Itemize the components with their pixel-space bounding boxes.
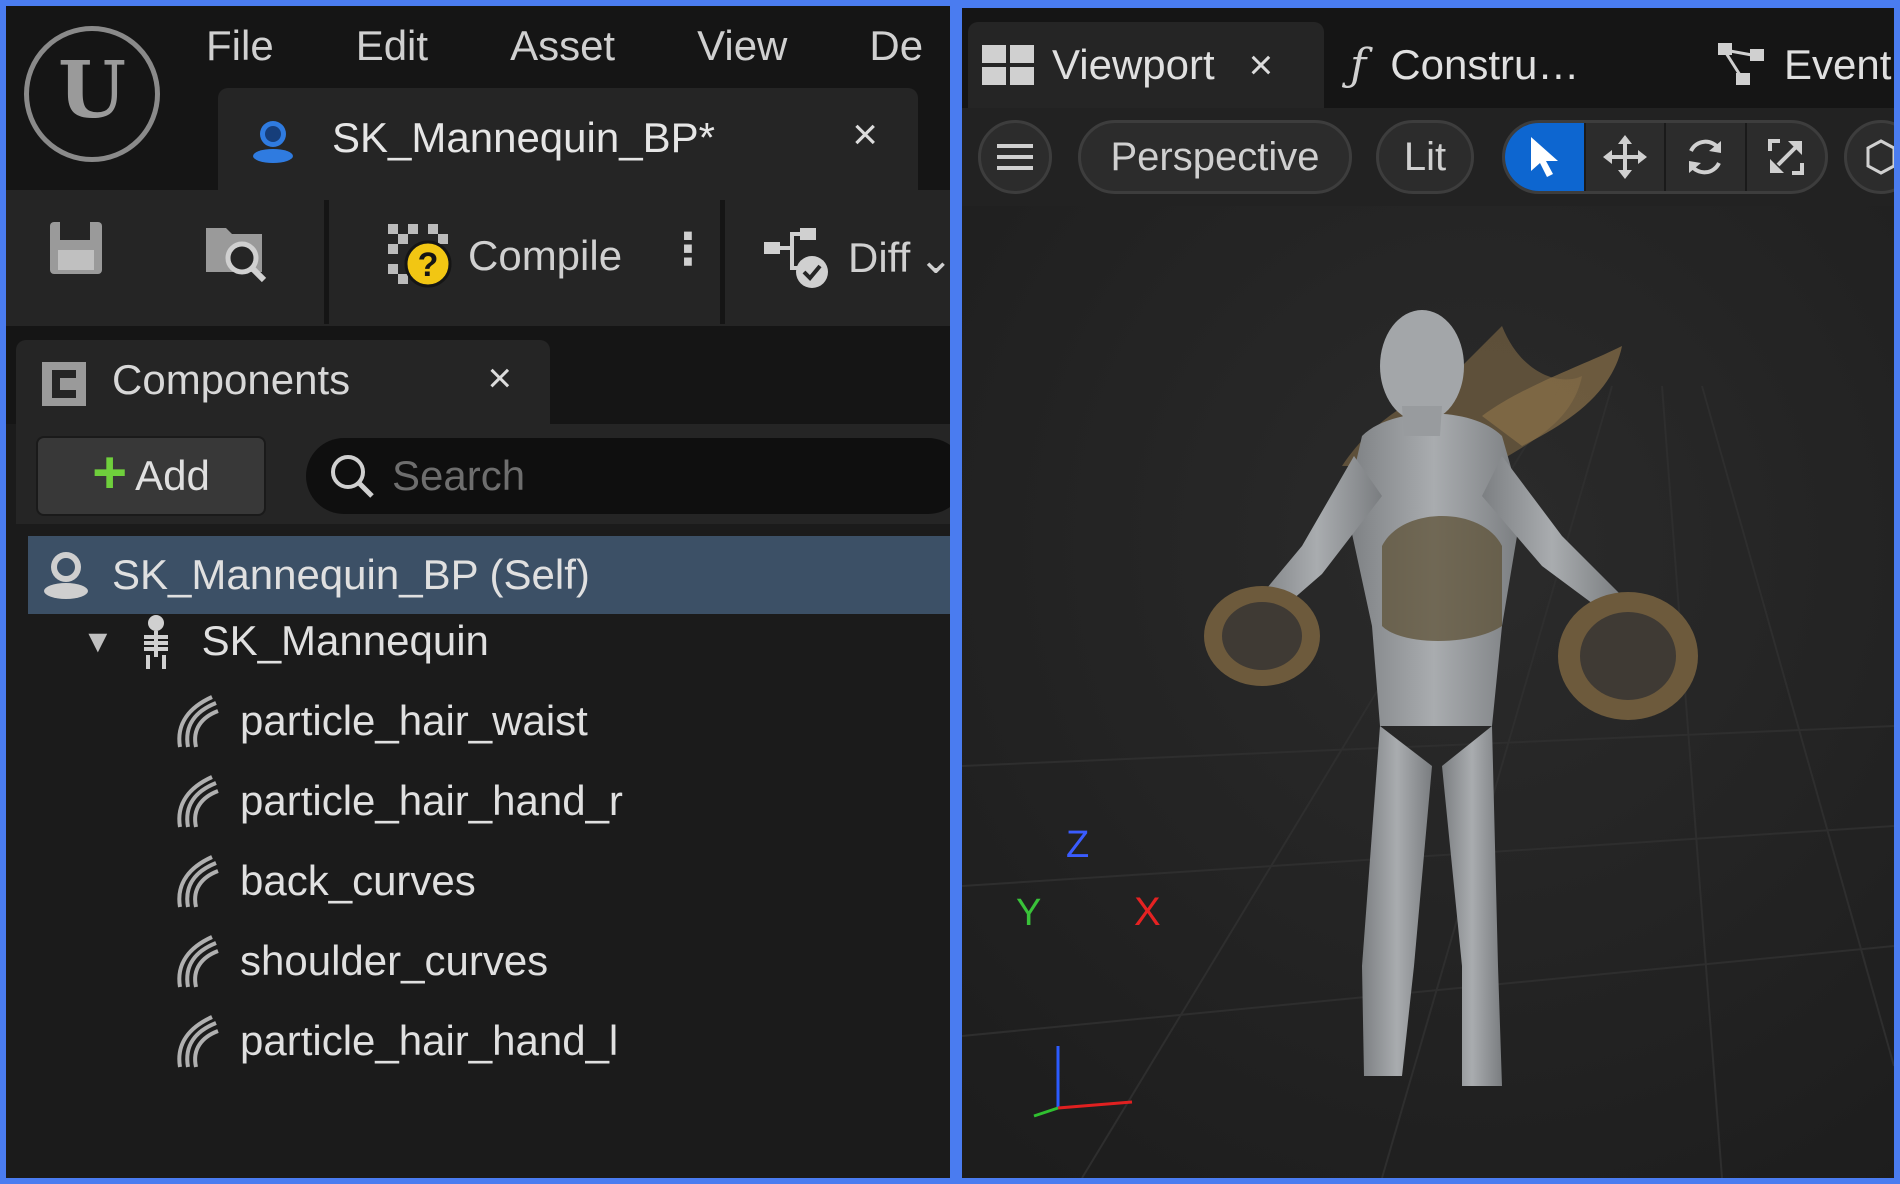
blueprint-pawn-icon bbox=[44, 552, 88, 599]
viewport-options-button[interactable] bbox=[978, 120, 1052, 194]
compile-button[interactable]: ? Compile bbox=[386, 222, 622, 290]
toolbar-separator bbox=[324, 200, 329, 324]
components-tab-label: Components bbox=[112, 356, 351, 403]
tab-viewport[interactable]: Viewport × bbox=[968, 22, 1324, 108]
translate-tool-button[interactable] bbox=[1586, 123, 1666, 191]
add-label: Add bbox=[135, 452, 210, 499]
viewport-icon bbox=[982, 45, 1034, 85]
svg-text:?: ? bbox=[418, 246, 439, 284]
editor-title-bar: U File Edit Asset View De SK_Mannequin_B… bbox=[6, 6, 950, 190]
browse-button[interactable] bbox=[202, 216, 272, 286]
groom-icon bbox=[177, 1015, 219, 1068]
search-box bbox=[306, 438, 950, 514]
groom-icon bbox=[177, 775, 219, 828]
close-icon[interactable]: × bbox=[487, 354, 512, 402]
3d-viewport-scene[interactable]: Z Y X bbox=[962, 206, 1894, 1178]
tab-construction-script[interactable]: ƒ Constru… bbox=[1350, 22, 1650, 108]
expand-arrow-icon[interactable]: ▼ bbox=[82, 623, 114, 660]
compile-options-button[interactable]: ⋮ bbox=[666, 224, 710, 275]
components-icon bbox=[42, 362, 86, 406]
diff-label: Diff bbox=[848, 234, 911, 281]
viewport-panel: Viewport × ƒ Constru… Event Perspective … bbox=[962, 8, 1894, 1178]
transform-tool-group bbox=[1502, 120, 1828, 194]
viewport-render bbox=[962, 206, 1894, 1178]
close-icon[interactable]: × bbox=[1249, 41, 1274, 89]
blueprint-pawn-icon bbox=[253, 121, 293, 163]
tree-row-label: shoulder_curves bbox=[240, 937, 549, 984]
menu-bar: File Edit Asset View De bbox=[206, 16, 950, 76]
axis-label-y: Y bbox=[1016, 892, 1042, 934]
tree-row-particle-hair-waist[interactable]: particle_hair_waist bbox=[16, 682, 950, 760]
menu-view[interactable]: View bbox=[697, 16, 787, 76]
groom-icon bbox=[177, 935, 219, 988]
components-panel: Components × + Add Search SK_Mannequin_B… bbox=[6, 326, 950, 1178]
tab-event-graph[interactable]: Event bbox=[1718, 22, 1894, 108]
rotate-icon bbox=[1689, 139, 1722, 175]
save-button[interactable] bbox=[46, 218, 106, 278]
scale-tool-button[interactable] bbox=[1747, 123, 1826, 191]
plus-icon: + bbox=[92, 439, 128, 506]
hamburger-menu-icon bbox=[997, 144, 1033, 170]
tree-row-label: particle_hair_waist bbox=[240, 697, 588, 744]
construction-tab-label: Constru… bbox=[1390, 41, 1580, 88]
cube-icon bbox=[1866, 139, 1894, 175]
cursor-arrow-icon bbox=[1531, 137, 1559, 177]
rotate-tool-button[interactable] bbox=[1666, 123, 1747, 191]
blueprint-toolbar: ? Compile ⋮ Diff ⌄ bbox=[6, 190, 950, 326]
world-local-toggle-button[interactable] bbox=[1844, 120, 1894, 194]
folder-search-icon bbox=[206, 228, 267, 283]
diff-button[interactable]: Diff ⌄ bbox=[762, 226, 950, 290]
save-icon bbox=[50, 222, 102, 274]
menu-edit[interactable]: Edit bbox=[356, 16, 428, 76]
tree-row-label: particle_hair_hand_r bbox=[240, 777, 623, 824]
compile-status-unknown-icon: ? bbox=[388, 224, 452, 288]
diff-icon bbox=[764, 228, 828, 288]
component-tree: SK_Mannequin_BP (Self) ▼ SK_Mannequin pa… bbox=[16, 536, 950, 1156]
components-tab-bar: Components × bbox=[6, 326, 950, 424]
axis-label-z: Z bbox=[1066, 824, 1090, 866]
document-tab-label: SK_Mannequin_BP* bbox=[332, 114, 715, 161]
menu-file[interactable]: File bbox=[206, 16, 274, 76]
tree-row-back-curves[interactable]: back_curves bbox=[16, 842, 950, 920]
groom-icon bbox=[177, 695, 219, 748]
perspective-button[interactable]: Perspective bbox=[1078, 120, 1352, 194]
unreal-logo-icon[interactable]: U bbox=[24, 26, 160, 162]
tree-row-label: back_curves bbox=[240, 857, 476, 904]
tree-row-particle-hair-hand-r[interactable]: particle_hair_hand_r bbox=[16, 762, 950, 840]
toolbar-separator bbox=[720, 200, 725, 324]
tree-row-particle-hair-hand-l[interactable]: particle_hair_hand_l bbox=[16, 1002, 950, 1080]
viewport-toolbar: Perspective Lit bbox=[962, 108, 1894, 206]
document-tab-sk-mannequin-bp[interactable]: SK_Mannequin_BP* × bbox=[218, 88, 918, 190]
search-input[interactable] bbox=[390, 444, 934, 508]
scale-icon bbox=[1767, 139, 1804, 175]
tree-row-label: SK_Mannequin_BP (Self) bbox=[112, 551, 590, 598]
menu-asset[interactable]: Asset bbox=[510, 16, 615, 76]
tree-row-label: particle_hair_hand_l bbox=[240, 1017, 619, 1064]
add-component-button[interactable]: + Add bbox=[36, 436, 266, 516]
tree-row-shoulder-curves[interactable]: shoulder_curves bbox=[16, 922, 950, 1000]
groom-icon bbox=[177, 855, 219, 908]
move-arrows-icon bbox=[1602, 135, 1647, 179]
select-tool-button[interactable] bbox=[1505, 123, 1586, 191]
viewport-tab-bar: Viewport × ƒ Constru… Event bbox=[962, 8, 1894, 108]
lit-mode-button[interactable]: Lit bbox=[1376, 120, 1474, 194]
search-icon bbox=[331, 455, 374, 498]
tree-row-sk-mannequin[interactable]: ▼ SK_Mannequin bbox=[16, 602, 950, 680]
viewport-tab-label: Viewport bbox=[1052, 41, 1215, 88]
tab-components[interactable]: Components × bbox=[16, 340, 550, 424]
blueprint-editor-panel: U File Edit Asset View De SK_Mannequin_B… bbox=[6, 6, 950, 1178]
event-graph-icon bbox=[1718, 43, 1764, 85]
tree-row-label: SK_Mannequin bbox=[201, 617, 489, 664]
axis-label-x: X bbox=[1134, 890, 1161, 934]
chevron-down-icon: ⌄ bbox=[918, 234, 950, 282]
compile-label: Compile bbox=[468, 232, 623, 279]
event-tab-label: Event bbox=[1784, 41, 1892, 88]
menu-debug[interactable]: De bbox=[869, 16, 923, 76]
skeleton-icon bbox=[143, 615, 168, 669]
components-toolbar: + Add bbox=[16, 424, 950, 524]
close-icon[interactable]: × bbox=[852, 110, 878, 160]
function-icon: ƒ bbox=[1350, 39, 1367, 91]
